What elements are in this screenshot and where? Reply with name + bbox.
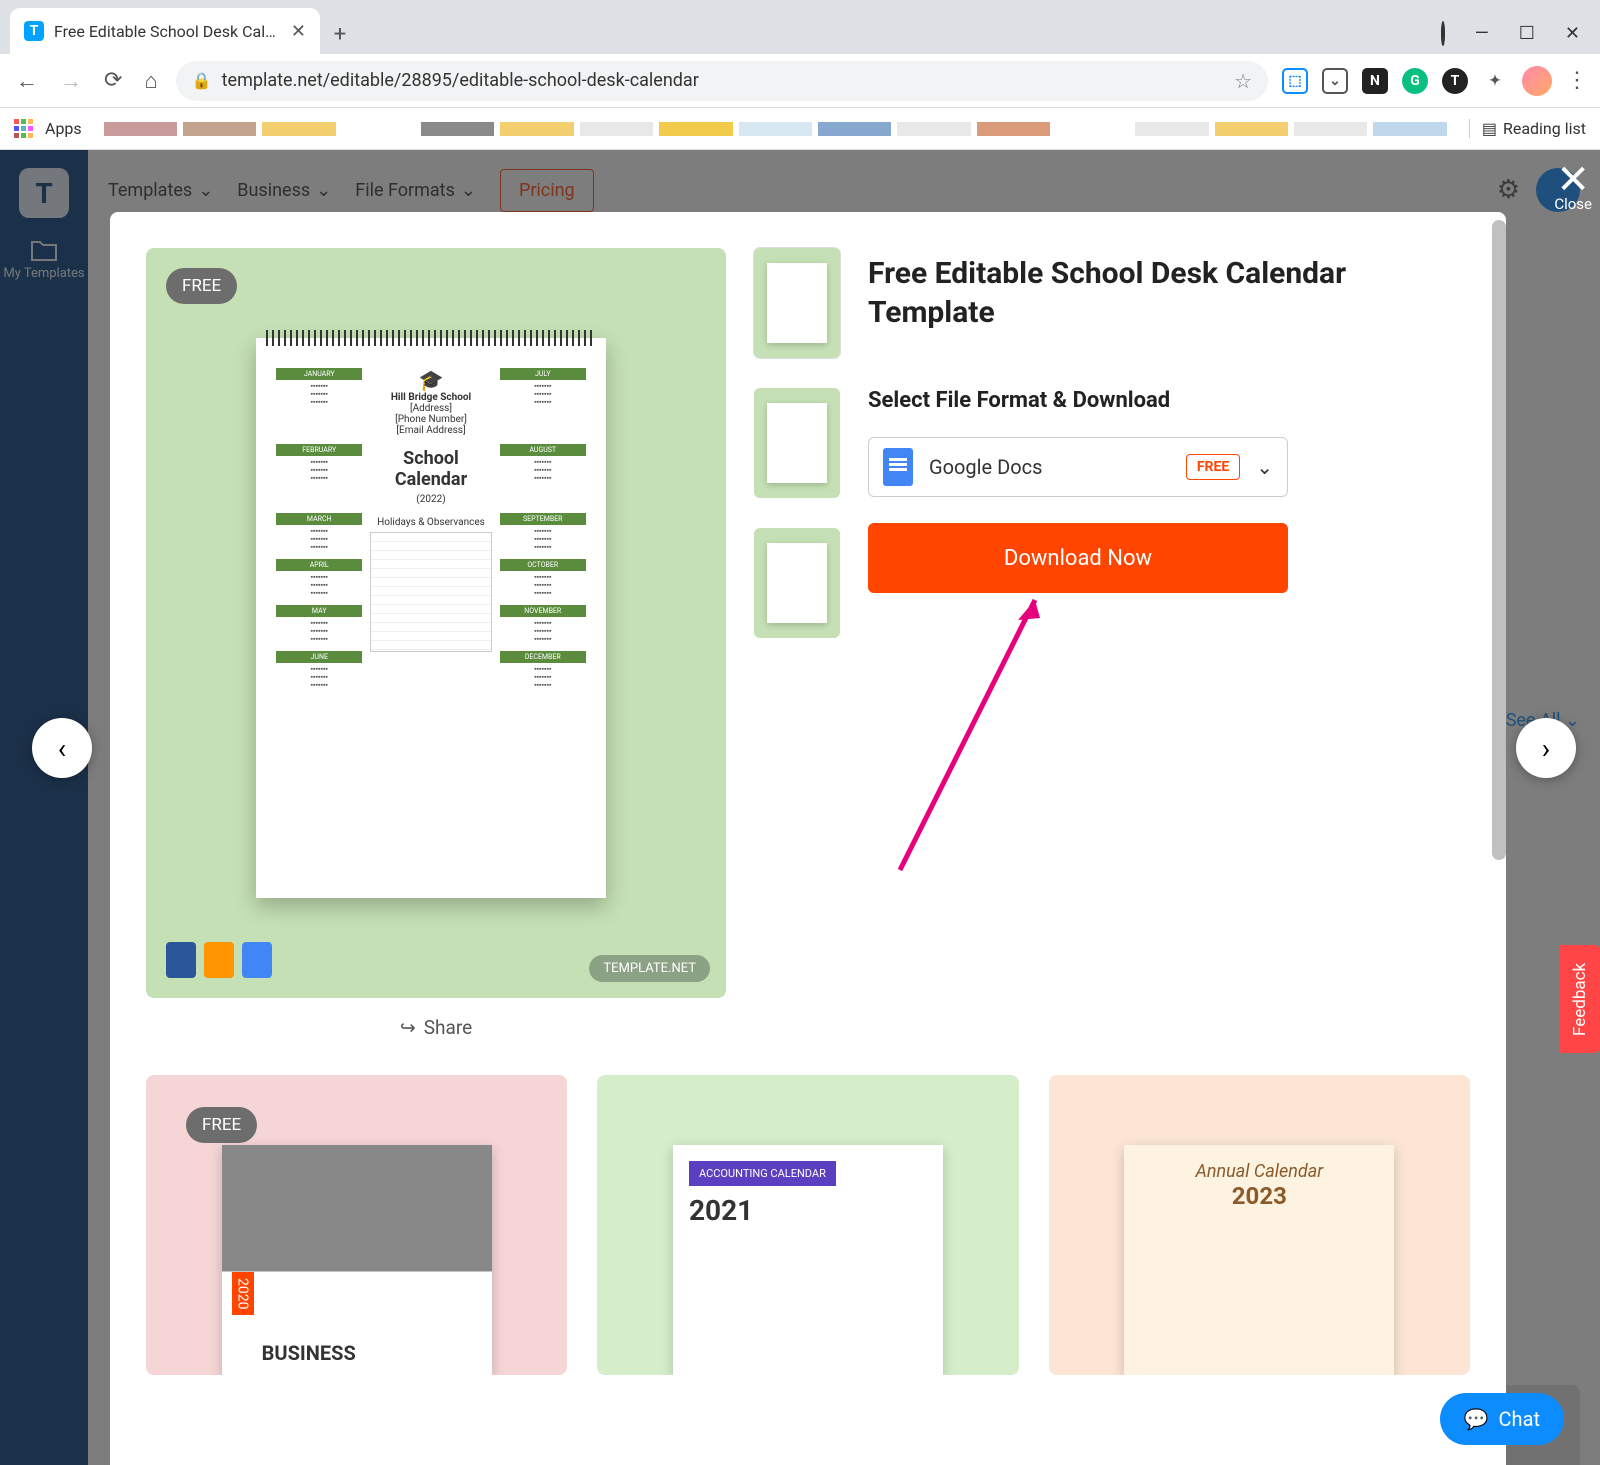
new-tab-button[interactable]: + xyxy=(320,14,360,54)
template-modal: FREE JANUARY▪▪▪▪▪▪▪▪▪▪▪▪▪▪▪▪▪▪▪▪▪ 🎓 Hill… xyxy=(110,212,1506,1465)
preview-column: FREE JANUARY▪▪▪▪▪▪▪▪▪▪▪▪▪▪▪▪▪▪▪▪▪ 🎓 Hill… xyxy=(146,248,726,1039)
download-now-button[interactable]: Download Now xyxy=(868,523,1288,593)
format-name: Google Docs xyxy=(929,455,1170,479)
reading-list-icon: ▤ xyxy=(1482,119,1497,138)
prev-template-button[interactable]: ‹ xyxy=(32,718,92,778)
google-docs-icon xyxy=(883,448,913,486)
chat-icon: 💬 xyxy=(1464,1407,1489,1431)
template-details: Free Editable School Desk Calendar Templ… xyxy=(868,248,1470,1039)
thumbnail-3[interactable] xyxy=(754,528,840,638)
watermark: TEMPLATE.NET xyxy=(589,955,710,982)
home-button[interactable]: ⌂ xyxy=(140,64,161,98)
related-card-accounting[interactable]: ACCOUNTING CALENDAR 2021 xyxy=(597,1075,1018,1375)
calendar-mock: JANUARY▪▪▪▪▪▪▪▪▪▪▪▪▪▪▪▪▪▪▪▪▪ 🎓 Hill Brid… xyxy=(256,338,606,898)
bookmarks-bar: Apps ▤ Reading list xyxy=(0,108,1600,150)
apps-grid-icon[interactable] xyxy=(14,119,33,138)
template-title: Free Editable School Desk Calendar Templ… xyxy=(868,254,1470,332)
close-label: Close xyxy=(1554,195,1592,213)
reading-list-button[interactable]: ▤ Reading list xyxy=(1469,119,1586,138)
browser-tab[interactable]: T Free Editable School Desk Calen ✕ xyxy=(10,8,320,54)
free-badge: FREE xyxy=(166,268,237,304)
chevron-down-icon: ⌄ xyxy=(1256,455,1273,479)
pages-icon xyxy=(204,942,234,978)
chat-button[interactable]: 💬 Chat xyxy=(1440,1393,1564,1445)
star-icon[interactable]: ☆ xyxy=(1234,69,1252,93)
color-strip xyxy=(104,122,1447,136)
extension-icon[interactable]: ⬚ xyxy=(1282,68,1308,94)
related-templates: FREE 2020 BUSINESS ACCOUNTING CALENDAR 2… xyxy=(110,1075,1506,1411)
minimize-button[interactable]: — xyxy=(1475,23,1489,44)
modal-close-button[interactable]: ✕ Close xyxy=(1554,156,1592,213)
free-tag: FREE xyxy=(1186,454,1240,480)
forward-button[interactable]: → xyxy=(56,64,86,98)
tab-title: Free Editable School Desk Calen xyxy=(54,22,281,41)
share-button[interactable]: ↪ Share xyxy=(146,1016,726,1039)
window-controls: — ☐ ✕ xyxy=(1441,23,1600,54)
close-window-button[interactable]: ✕ xyxy=(1565,23,1580,44)
extension-t-icon[interactable]: T xyxy=(1442,68,1468,94)
tab-close-icon[interactable]: ✕ xyxy=(291,21,306,42)
browser-toolbar: ← → ⟳ ⌂ 🔒 template.net/editable/28895/ed… xyxy=(0,54,1600,108)
reload-button[interactable]: ⟳ xyxy=(100,64,126,97)
chrome-menu-icon[interactable]: ⋮ xyxy=(1566,68,1588,93)
grammarly-icon[interactable]: G xyxy=(1402,68,1428,94)
format-icons xyxy=(166,942,272,978)
docs-icon xyxy=(242,942,272,978)
extensions-menu-icon[interactable]: ✦ xyxy=(1482,68,1508,94)
modal-scrollbar[interactable] xyxy=(1492,220,1506,860)
profile-avatar[interactable] xyxy=(1522,66,1552,96)
feedback-tab[interactable]: Feedback xyxy=(1560,945,1600,1053)
select-format-heading: Select File Format & Download xyxy=(868,388,1470,413)
template-preview: FREE JANUARY▪▪▪▪▪▪▪▪▪▪▪▪▪▪▪▪▪▪▪▪▪ 🎓 Hill… xyxy=(146,248,726,998)
lock-icon: 🔒 xyxy=(192,71,212,90)
url-text: template.net/editable/28895/editable-sch… xyxy=(222,70,1224,91)
maximize-button[interactable]: ☐ xyxy=(1519,23,1535,44)
word-icon xyxy=(166,942,196,978)
share-label: Share xyxy=(424,1016,472,1039)
share-icon: ↪ xyxy=(400,1016,416,1039)
pocket-icon[interactable]: ⌄ xyxy=(1322,68,1348,94)
free-badge: FREE xyxy=(186,1107,257,1143)
extensions-area: ⬚ ⌄ N G T ✦ ⋮ xyxy=(1282,66,1588,96)
format-dropdown[interactable]: Google Docs FREE ⌄ xyxy=(868,437,1288,497)
incognito-icon xyxy=(1441,23,1445,44)
reading-list-label: Reading list xyxy=(1503,119,1586,138)
thumbnail-list xyxy=(754,248,840,1039)
browser-tab-strip: T Free Editable School Desk Calen ✕ + — … xyxy=(0,0,1600,54)
thumbnail-2[interactable] xyxy=(754,388,840,498)
next-template-button[interactable]: › xyxy=(1516,718,1576,778)
back-button[interactable]: ← xyxy=(12,64,42,98)
extension-n-icon[interactable]: N xyxy=(1362,68,1388,94)
thumbnail-1[interactable] xyxy=(754,248,840,358)
address-bar[interactable]: 🔒 template.net/editable/28895/editable-s… xyxy=(176,61,1268,101)
chat-label: Chat xyxy=(1499,1407,1540,1431)
apps-label[interactable]: Apps xyxy=(45,119,82,138)
favicon: T xyxy=(24,21,44,41)
related-card-annual[interactable]: Annual Calendar 2023 xyxy=(1049,1075,1470,1375)
related-card-business[interactable]: FREE 2020 BUSINESS xyxy=(146,1075,567,1375)
